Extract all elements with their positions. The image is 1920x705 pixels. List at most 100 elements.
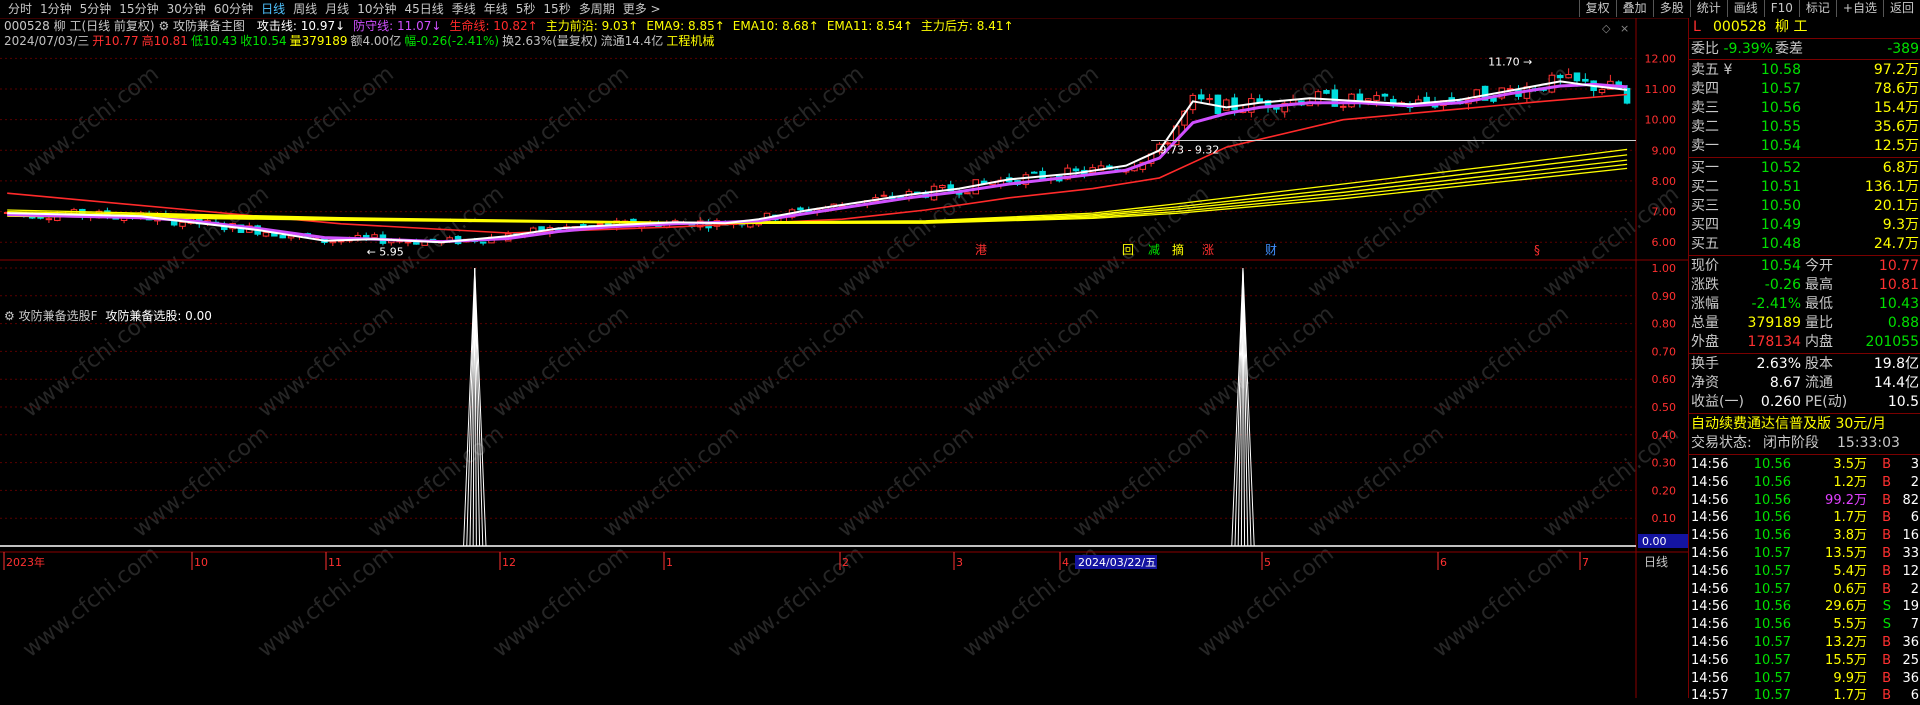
candle-body	[1039, 170, 1046, 180]
stat-label: 现价	[1691, 258, 1719, 274]
tick-price: 10.56	[1753, 599, 1791, 615]
formula-name[interactable]: 攻防兼备主图	[173, 19, 245, 33]
candle-body	[329, 241, 337, 244]
event-marker: 回	[1122, 243, 1134, 257]
x-tick-label: 6	[1440, 556, 1447, 569]
timeframe-tab[interactable]: 45日线	[400, 1, 447, 17]
divider	[1689, 353, 1920, 354]
timeframe-tab[interactable]: 10分钟	[353, 1, 400, 17]
ohlc-field: 高10.81	[141, 34, 188, 48]
chart-tool-button[interactable]: 返回	[1882, 0, 1920, 17]
formula-gear-icon[interactable]: ⚙	[158, 19, 169, 33]
stat-label: 内盘	[1805, 334, 1833, 350]
tick-volume: 1.7万	[1833, 688, 1867, 704]
ask-label: 卖五 ¥	[1691, 62, 1733, 78]
ohlc-field: 量379189	[289, 34, 348, 48]
x-tick-label: 3	[956, 556, 963, 569]
quote-stat-row: 总量 379189 量比 0.88	[1689, 314, 1920, 332]
timeframe-tabs: 分时 1分钟 5分钟 15分钟 30分钟 60分钟 日线 周线 月线 10分钟 45日线 季线 年线 5秒…	[4, 1, 665, 17]
weicha-label: 委差	[1775, 41, 1803, 57]
tick-row: 14:56 10.57 13.5万 B 33	[1689, 545, 1920, 563]
tick-side: B	[1882, 510, 1891, 526]
timeframe-tab[interactable]: 多周期	[575, 1, 619, 17]
chart-tool-button[interactable]: 复权	[1578, 0, 1616, 17]
current-value: 0.00	[1642, 535, 1667, 548]
ask-volume: 97.2万	[1873, 62, 1919, 78]
tick-volume: 13.5万	[1825, 546, 1867, 561]
timeframe-tab[interactable]: 季线	[448, 1, 480, 17]
tick-count: 6	[1910, 510, 1919, 526]
divider	[1689, 38, 1920, 39]
tick-side: B	[1882, 581, 1891, 597]
chart-tool-button[interactable]: 标记	[1798, 0, 1836, 17]
y-tick-label: 8.00	[1652, 175, 1677, 188]
fund-label: 股本	[1805, 356, 1833, 372]
divider	[1689, 255, 1920, 256]
timeframe-tab[interactable]: 5秒	[512, 1, 540, 17]
timeframe-tab[interactable]: 更多 >	[619, 1, 665, 17]
timeframe-tab[interactable]: 1分钟	[36, 1, 76, 17]
bid-volume: 136.1万	[1864, 179, 1919, 195]
ask-price: 10.57	[1760, 81, 1801, 97]
promo-link[interactable]: 自动续费通达信普及版 30元/月	[1691, 415, 1886, 433]
tick-count: 6	[1910, 688, 1919, 704]
ask-price: 10.55	[1760, 119, 1801, 135]
tick-time: 14:56	[1691, 563, 1729, 579]
divider	[1689, 454, 1920, 455]
bid-volume: 9.3万	[1882, 217, 1919, 233]
timeframe-tab[interactable]: 15分钟	[115, 1, 162, 17]
timeframe-tab[interactable]: 日线	[257, 1, 289, 17]
sub-info-line: ⚙ 攻防兼备选股F 攻防兼备选股: 0.00	[4, 309, 212, 324]
tick-row: 14:57 10.57 1.7万 B 6	[1689, 687, 1920, 705]
timeframe-tab[interactable]: 分时	[4, 1, 36, 17]
ohlc-field: 开10.77	[92, 34, 139, 48]
sub-formula-name[interactable]: 攻防兼备选股F	[19, 309, 98, 323]
timeframe-tab[interactable]: 5分钟	[76, 1, 116, 17]
timeframe-tab[interactable]: 30分钟	[163, 1, 210, 17]
tick-volume: 9.9万	[1833, 670, 1867, 686]
timeframe-tab[interactable]: 周线	[289, 1, 321, 17]
event-marker: §	[1534, 243, 1540, 257]
tick-volume: 3.8万	[1833, 528, 1867, 544]
fund-value: 10.5	[1887, 394, 1919, 410]
tick-volume: 13.2万	[1825, 635, 1867, 650]
sub-gear-icon[interactable]: ⚙	[4, 309, 15, 323]
x-tick-label: 7	[1582, 556, 1589, 569]
candle-body	[1072, 168, 1080, 172]
tick-count: 33	[1902, 546, 1919, 561]
tick-volume: 5.5万	[1833, 617, 1867, 633]
divider	[1689, 413, 1920, 414]
y-tick-label: 0.10	[1652, 512, 1677, 525]
bid-volume: 20.1万	[1873, 198, 1919, 214]
timeframe-tab[interactable]: 年线	[480, 1, 512, 17]
kline-chart[interactable]: www.cfchi.com www.cfchi.com www.cfchi.com w…	[0, 18, 1688, 698]
ask-label: 卖一	[1691, 138, 1719, 154]
candle-body	[1490, 97, 1497, 102]
timeframe-tab[interactable]: 月线	[321, 1, 353, 17]
tick-side: B	[1882, 492, 1891, 508]
y-tick-label: 9.00	[1652, 144, 1677, 157]
chart-tool-button[interactable]: +自选	[1835, 0, 1883, 17]
chart-tools: 复权 叠加 多股 统计 画线 F10 标记 +自选 返回	[1578, 0, 1920, 17]
tick-price: 10.57	[1753, 546, 1791, 561]
tick-row: 14:56 10.56 1.2万 B 2	[1689, 474, 1920, 492]
candle-body	[1223, 99, 1230, 111]
stat-value: 10.54	[1760, 258, 1801, 274]
timeframe-tab[interactable]: 15秒	[539, 1, 574, 17]
quote-panel: L 000528 柳 工委比 -9.39% 委差 -389 卖五 ¥ 10.58 97.2万 卖四…	[1688, 18, 1920, 703]
tick-time: 14:56	[1691, 670, 1729, 686]
tick-price: 10.56	[1753, 492, 1791, 508]
chart-tool-button[interactable]: F10	[1763, 0, 1799, 17]
chart-tool-button[interactable]: 画线	[1726, 0, 1764, 17]
ask-label: 卖二	[1691, 119, 1719, 135]
chart-tool-button[interactable]: 多股	[1652, 0, 1690, 17]
candle-body	[1030, 171, 1038, 174]
chart-tool-button[interactable]: 统计	[1689, 0, 1727, 17]
timeframe-tab[interactable]: 60分钟	[210, 1, 257, 17]
tick-price: 10.57	[1753, 652, 1791, 668]
bid-label: 买五	[1691, 236, 1719, 252]
chart-tool-button[interactable]: 叠加	[1615, 0, 1653, 17]
stat-label: 今开	[1805, 258, 1833, 274]
tick-time: 14:56	[1691, 474, 1729, 490]
y-tick-label: 6.00	[1652, 236, 1677, 249]
